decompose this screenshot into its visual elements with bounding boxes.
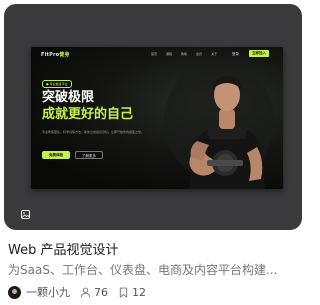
card-thumbnail[interactable]: FitPro健身 首页 课程 教练 会员 关于 登录 立即加入 ● 专业健身平台…: [4, 4, 302, 230]
image-icon: [18, 207, 32, 221]
preview-login-link: 登录: [232, 52, 239, 56]
athlete-image: [164, 61, 274, 189]
website-preview: FitPro健身 首页 课程 教练 会员 关于 登录 立即加入 ● 专业健身平台…: [31, 47, 283, 189]
preview-nav-link: 关于: [211, 52, 218, 56]
followers-stat: 76: [80, 286, 108, 299]
bookmark-icon: [119, 287, 128, 298]
preview-nav-links: 首页 课程 教练 会员 关于: [151, 52, 217, 56]
preview-headline-2: 成就更好的自己: [42, 107, 134, 122]
author-row: 一颗小九 76 12: [8, 284, 156, 300]
card-subtitle: 为SaaS、工作台、仪表盘、电商及内容平台构建...: [8, 263, 278, 277]
preview-headline-1: 突破极限: [42, 90, 95, 105]
preview-logo: FitPro健身: [41, 51, 70, 58]
preview-nav-link: 会员: [196, 52, 203, 56]
person-icon: [80, 287, 91, 297]
preview-nav-link: 教练: [181, 52, 188, 56]
preview-nav-cta: 立即加入: [249, 50, 269, 57]
saves-stat: 12: [118, 286, 146, 299]
preview-logo-accent: 健身: [59, 52, 70, 58]
preview-nav-link: 首页: [151, 52, 158, 56]
preview-nav-link: 课程: [166, 52, 173, 56]
preview-tag: ● 专业健身平台: [42, 80, 72, 88]
card-title[interactable]: Web 产品视觉设计: [8, 239, 118, 258]
preview-primary-button: 免费体验: [42, 151, 70, 159]
followers-count: 76: [94, 285, 108, 299]
preview-description: 专业教练团队，科学训练方法，助你达成健身目标。立即开始你的蜕变之旅。: [42, 130, 145, 134]
saves-count: 12: [132, 285, 146, 299]
preview-logo-text: FitPro: [41, 52, 60, 58]
avatar[interactable]: [8, 285, 21, 299]
preview-secondary-button: 了解更多: [75, 151, 103, 159]
author-name[interactable]: 一颗小九: [26, 284, 70, 300]
